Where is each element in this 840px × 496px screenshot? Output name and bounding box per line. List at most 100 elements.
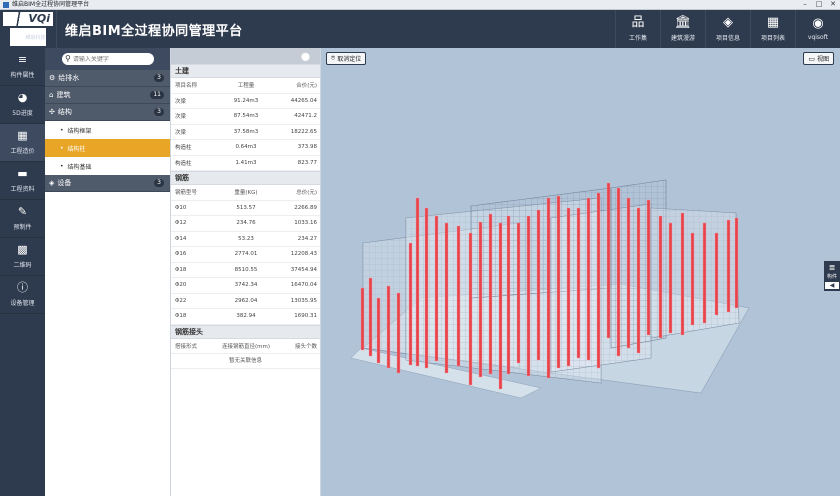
app-header: VQi 维启科技 维启BIM全过程协同管理平台 品工作集 🏛 建筑漫游 ◈ 项目信息… [0, 10, 840, 48]
table-row: 构造柱 1.41m3 823.77 [171, 156, 320, 171]
qrcode-icon: ▩ [17, 243, 28, 256]
column [396, 292, 401, 374]
pie-icon: ◕ [17, 91, 28, 104]
tree-category-plumbing[interactable]: ⚙ 给排水 3 [45, 70, 170, 87]
count-badge: 3 [154, 179, 164, 187]
app-title: 维启BIM全过程协同管理平台 [65, 23, 243, 39]
tree-category-architecture[interactable]: ⌂ 建筑 11 [45, 87, 170, 104]
column [498, 222, 503, 390]
cancel-locate-button[interactable]: ⌾ 取消定位 [326, 52, 367, 65]
bim-3d-viewer[interactable]: ⌾ 取消定位 ▭ 视图 ≣ 构件 ◀ [321, 48, 840, 496]
column [546, 197, 551, 379]
column [434, 215, 439, 362]
column [526, 215, 531, 377]
logo-subtitle: 维启科技 [10, 28, 46, 46]
grid-icon: ▦ [766, 15, 780, 30]
count-badge: 3 [154, 74, 164, 82]
column [360, 287, 365, 351]
column [702, 222, 707, 324]
table-row: Φ12 234.76 1033.16 [171, 216, 320, 232]
location-pin-icon: ⌾ [331, 54, 336, 62]
column [668, 222, 673, 334]
count-badge: 3 [154, 108, 164, 116]
column [690, 232, 695, 326]
column [658, 215, 663, 339]
nav-5d-progress[interactable]: ◕ 5D进度 [0, 86, 45, 124]
column [646, 199, 651, 336]
nav-component-attributes[interactable]: ≡ 构件属性 [0, 48, 45, 86]
edit-icon: ✎ [17, 205, 28, 218]
attributes-icon: ≡ [17, 53, 28, 66]
search-icon[interactable]: ⚲ [65, 54, 71, 64]
column [478, 221, 483, 378]
topnav-roaming[interactable]: 🏛 建筑漫游 [660, 10, 705, 48]
column [368, 277, 373, 357]
minimize-button[interactable]: – [798, 0, 812, 9]
column [726, 219, 731, 313]
tree-item-column[interactable]: • 结构柱 [45, 139, 170, 157]
column [606, 182, 611, 339]
column [386, 285, 391, 369]
column [576, 207, 581, 359]
column [415, 197, 420, 367]
column [408, 242, 413, 366]
tree-item-foundation[interactable]: • 结构基础 [45, 157, 170, 175]
column [468, 232, 473, 386]
column [488, 213, 493, 375]
list-icon: ≣ [828, 263, 836, 272]
tree-category-equipment[interactable]: ◈ 设备 3 [45, 175, 170, 192]
topnav-worksets[interactable]: 品工作集 [615, 10, 660, 48]
component-side-tab[interactable]: ≣ 构件 ◀ [824, 261, 840, 291]
building-icon: ⌂ [49, 91, 54, 99]
table-row: Φ14 53.23 234.27 [171, 232, 320, 247]
table-header: 搭接形式 连接钢筋直径(mm) 接头个数 [171, 339, 320, 354]
cube-icon: ◈ [49, 179, 55, 187]
maximize-button[interactable]: □ [812, 0, 826, 9]
topnav-project-info[interactable]: ◈ 项目信息 [705, 10, 750, 48]
window-title: 维启BIM全过程协同管理平台 [12, 0, 90, 8]
section-rebar-joints: 钢筋接头 [171, 324, 320, 339]
table-header: 项目名称 工程量 合价(元) [171, 78, 320, 94]
column [734, 217, 739, 309]
column [566, 207, 571, 367]
table-row: Φ18 382.94 1690.31 [171, 309, 320, 325]
nav-prefab[interactable]: ✎ 预制件 [0, 200, 45, 238]
logo-mark: VQi [3, 12, 53, 26]
tree-category-structure[interactable]: ✣ 结构 3 [45, 104, 170, 121]
search-box: ⚲ [62, 53, 154, 65]
count-badge: 11 [150, 91, 164, 99]
table-row: Φ16 2774.01 12208.43 [171, 247, 320, 263]
column [616, 187, 621, 357]
column [556, 195, 561, 369]
layers-icon: ◈ [723, 15, 733, 30]
building-model[interactable] [321, 48, 840, 496]
nav-cost[interactable]: ▦ 工程造价 [0, 124, 45, 162]
logo: VQi 维启科技 [0, 10, 57, 48]
sitemap-icon: 品 [631, 15, 645, 30]
nav-qrcode[interactable]: ▩ 二维码 [0, 238, 45, 276]
column [714, 232, 719, 316]
location-pin-icon[interactable]: ⬤ [301, 52, 310, 61]
close-button[interactable]: ✕ [826, 0, 840, 9]
info-icon: ⓘ [17, 281, 28, 294]
collapse-arrow-icon[interactable]: ◀ [825, 282, 839, 289]
nav-equipment[interactable]: ⓘ 设备管理 [0, 276, 45, 314]
table-row: 次梁 87.54m3 42471.2 [171, 109, 320, 125]
gear-icon: ⚙ [49, 74, 56, 82]
component-tree-panel: ⚲ ⚙给排水3 ⌂建筑11 ✣结构3 •结构框架 •结构柱 •结构基础 ◈设备3 [45, 48, 171, 496]
tree-item-frame[interactable]: • 结构框架 [45, 121, 170, 139]
section-civil: 土建 [171, 64, 320, 78]
empty-message: 暂无关联信息 [171, 354, 320, 369]
column [536, 209, 541, 361]
window-titlebar: 维启BIM全过程协同管理平台 – □ ✕ [0, 0, 840, 10]
topnav-user[interactable]: ◉ vqisoft [795, 10, 840, 48]
nav-documents[interactable]: ▬ 工程资料 [0, 162, 45, 200]
topnav-project-list[interactable]: ▦ 项目列表 [750, 10, 795, 48]
table-row: Φ20 3742.34 16470.04 [171, 278, 320, 294]
window-icon: ▭ [808, 54, 815, 63]
left-nav: ≡ 构件属性 ◕ 5D进度 ▦ 工程造价 ▬ 工程资料 ✎ 预制件 ▩ 二维码 ⓘ 设备管理 [0, 48, 45, 496]
view-button[interactable]: ▭ 视图 [803, 52, 834, 65]
column [456, 225, 461, 367]
search-input[interactable] [72, 55, 148, 63]
column [586, 197, 591, 361]
